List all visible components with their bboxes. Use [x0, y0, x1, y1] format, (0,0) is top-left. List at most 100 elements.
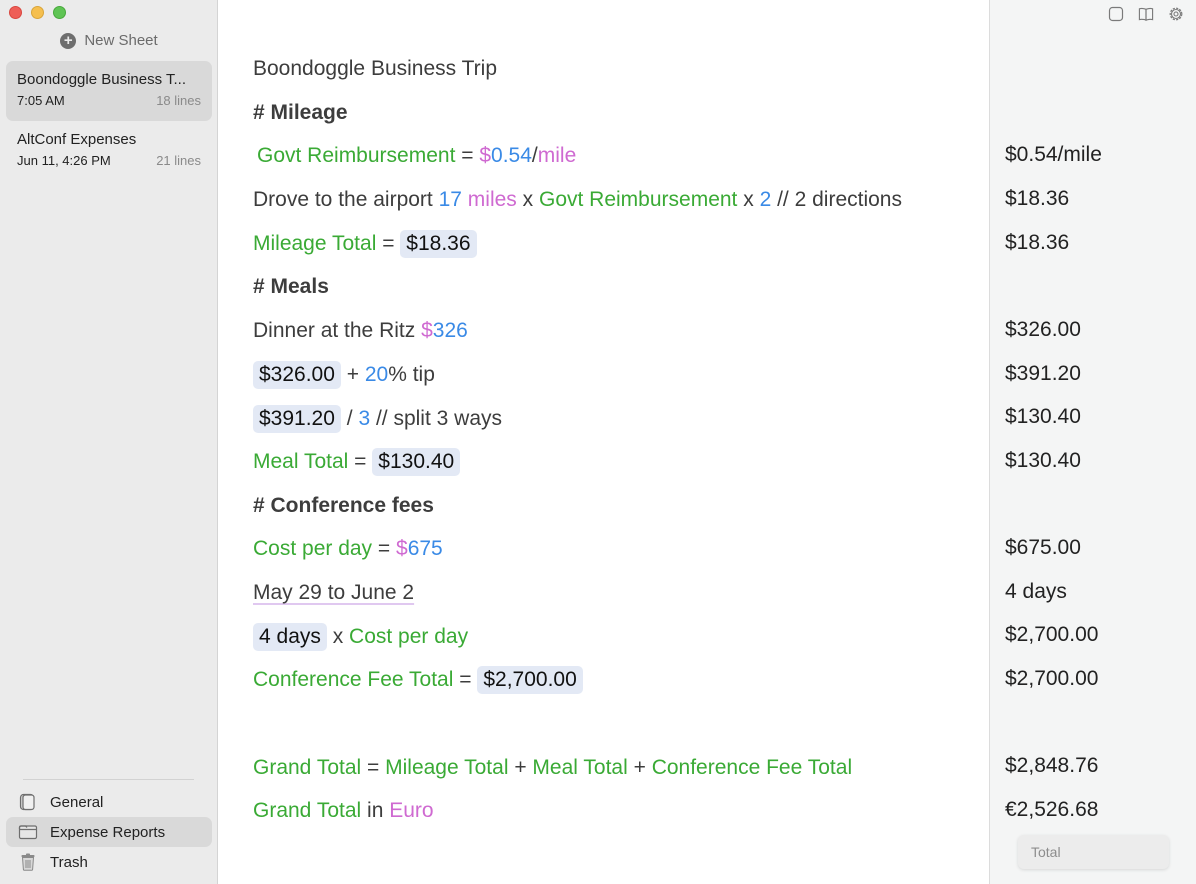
conference-heading: # Conference fees	[253, 492, 434, 520]
sheet-item-boondoggle[interactable]: Boondoggle Business T... 7:05 AM 18 line…	[6, 61, 212, 121]
sheet-title-line: Boondoggle Business Trip	[253, 55, 497, 83]
group-item-trash[interactable]: Trash	[6, 847, 212, 877]
result-days-cost[interactable]: $2,700.00	[1005, 621, 1098, 649]
keyword: in	[361, 799, 390, 822]
book-icon[interactable]	[1138, 6, 1154, 22]
line-reference-token[interactable]: 4 days	[253, 623, 327, 651]
operator: +	[627, 756, 652, 779]
sheet-list: Boondoggle Business T... 7:05 AM 18 line…	[6, 61, 212, 181]
operator: =	[455, 144, 480, 167]
variable: Mileage Total	[385, 756, 509, 779]
total-label: Total	[1031, 844, 1061, 860]
variable: Cost per day	[349, 625, 469, 648]
text: % tip	[388, 363, 435, 386]
comment: // 2 directions	[771, 188, 902, 211]
text: Drove to the airport	[253, 188, 439, 211]
result-govt-reimbursement[interactable]: $0.54/mile	[1005, 141, 1102, 169]
sheet-line-count: 21 lines	[156, 153, 201, 168]
sidebar-divider	[23, 779, 194, 780]
line-reference-token[interactable]: $2,700.00	[477, 666, 583, 694]
toolbar	[1108, 6, 1184, 22]
result-dinner[interactable]: $326.00	[1005, 316, 1081, 344]
comment: // split 3 ways	[370, 407, 503, 430]
line-reference-token[interactable]: $130.40	[372, 448, 461, 476]
result-grand-total[interactable]: $2,848.76	[1005, 752, 1098, 780]
mileage-total-line: Mileage Total = $18.36	[253, 230, 477, 258]
variable: Conference Fee Total	[253, 668, 454, 691]
heading-text: # Conference fees	[253, 494, 434, 517]
close-window-button[interactable]	[9, 6, 22, 19]
sheet-heading-text: Boondoggle Business Trip	[253, 57, 497, 80]
variable: Grand Total	[253, 756, 362, 779]
result-split[interactable]: $130.40	[1005, 403, 1081, 431]
result-mileage-total[interactable]: $18.36	[1005, 229, 1069, 257]
currency-symbol: $	[396, 537, 408, 560]
plus-circle-icon: +	[60, 32, 77, 49]
result-tip[interactable]: $391.20	[1005, 360, 1081, 388]
meal-total-line: Meal Total = $130.40	[253, 448, 461, 476]
currency-symbol: $	[421, 319, 433, 342]
result-cost-per-day[interactable]: $675.00	[1005, 534, 1081, 562]
number: 326	[432, 319, 468, 342]
sheet-time: Jun 11, 4:26 PM	[17, 153, 111, 168]
minimize-window-button[interactable]	[31, 6, 44, 19]
sheet-title: Boondoggle Business T...	[17, 71, 187, 88]
result-conference-total[interactable]: $2,700.00	[1005, 665, 1098, 693]
operator: =	[348, 450, 373, 473]
result-meal-total[interactable]: $130.40	[1005, 447, 1081, 475]
sheet-title: AltConf Expenses	[17, 131, 137, 148]
variable: Govt Reimbursement	[538, 188, 738, 211]
date-range-line: May 29 to June 2	[253, 579, 414, 607]
variable: Grand Total	[253, 799, 362, 822]
group-label: Trash	[50, 853, 88, 871]
group-list: General Expense Reports Trash	[6, 787, 212, 877]
unit: mile	[537, 144, 577, 167]
split-line: $391.20 / 3 // split 3 ways	[253, 405, 502, 433]
number: 17	[438, 188, 462, 211]
new-sheet-button[interactable]: + New Sheet	[0, 32, 218, 49]
operator: =	[453, 668, 478, 691]
sheet-time: 7:05 AM	[17, 93, 65, 108]
dinner-line: Dinner at the Ritz $326	[253, 317, 468, 345]
group-label: Expense Reports	[50, 823, 166, 841]
result-date-range[interactable]: 4 days	[1005, 578, 1067, 606]
new-sheet-label: New Sheet	[84, 32, 158, 49]
group-item-expense-reports[interactable]: Expense Reports	[6, 817, 212, 847]
gear-icon[interactable]	[1168, 6, 1184, 22]
days-times-cost-line: 4 days x Cost per day	[253, 623, 468, 651]
line-reference-token[interactable]: $391.20	[253, 405, 341, 433]
number: 20	[364, 363, 389, 386]
unit: miles	[467, 188, 517, 211]
group-label: General	[50, 793, 104, 811]
line-reference-token[interactable]: $18.36	[400, 230, 477, 258]
number: 2	[759, 188, 772, 211]
variable: Meal Total	[253, 450, 349, 473]
meals-heading: # Meals	[253, 273, 329, 301]
group-item-general[interactable]: General	[6, 787, 212, 817]
heading-text: # Mileage	[253, 101, 348, 124]
operator: x	[326, 625, 350, 648]
variable: Govt Reimbursement	[257, 144, 456, 167]
number: 675	[407, 537, 443, 560]
heading-text: # Meals	[253, 275, 329, 298]
operator: x	[516, 188, 539, 211]
drove-line: Drove to the airport 17 miles x Govt Rei…	[253, 186, 902, 214]
sidebar-toggle-icon[interactable]	[1108, 6, 1124, 22]
date-range: May 29 to June 2	[253, 581, 415, 604]
operator: =	[376, 232, 401, 255]
sheet-line-count: 18 lines	[156, 93, 201, 108]
text: Dinner at the Ritz	[253, 319, 422, 342]
sheet-editor[interactable]: Boondoggle Business Trip # Mileage Govt …	[219, 0, 989, 884]
mileage-heading: # Mileage	[253, 99, 348, 127]
result-drove[interactable]: $18.36	[1005, 185, 1069, 213]
currency-symbol: $	[479, 144, 492, 167]
trash-icon	[18, 853, 38, 871]
number: 0.54	[491, 144, 532, 167]
total-button[interactable]: Total	[1018, 835, 1169, 869]
line-reference-token[interactable]: $326.00	[253, 361, 341, 389]
unit: Euro	[389, 799, 434, 822]
maximize-window-button[interactable]	[53, 6, 66, 19]
result-grand-total-euro[interactable]: €2,526.68	[1005, 796, 1098, 824]
tip-line: $326.00 + 20% tip	[253, 361, 435, 389]
sheet-item-altconf[interactable]: AltConf Expenses Jun 11, 4:26 PM 21 line…	[6, 121, 212, 181]
